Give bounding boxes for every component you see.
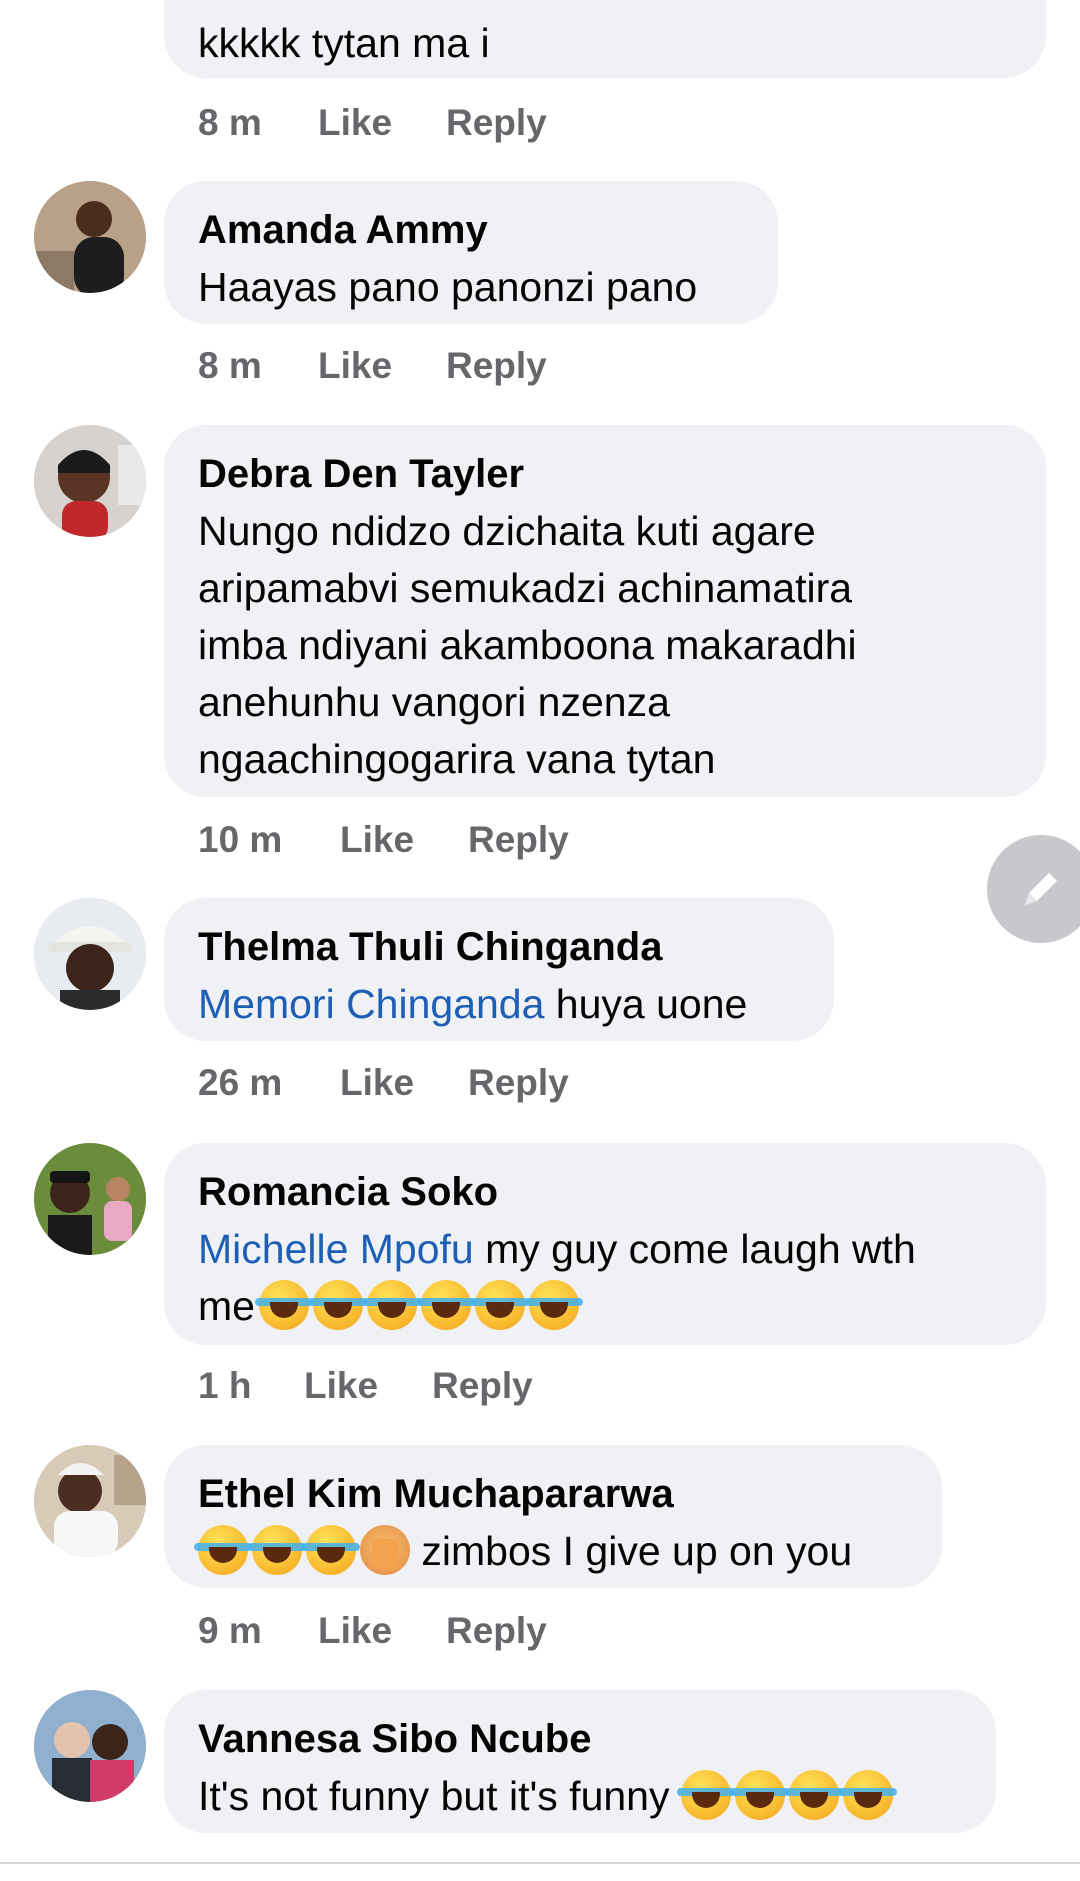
like-button[interactable]: Like [340,1062,468,1104]
joy-emoji [731,1770,790,1820]
rofl-emoji [362,1280,421,1330]
comment-author[interactable]: Vannesa Sibo Ncube [198,1714,962,1764]
pencil-icon [1025,873,1057,905]
comment-body: It's not funny but it's funny [198,1773,670,1819]
comment-body: huya uone [544,981,748,1027]
comment-text: kkkkk tytan ma i [198,20,490,66]
reply-button[interactable]: Reply [446,345,547,387]
comment-actions: 8 m Like Reply [198,102,547,144]
joy-emoji [248,1525,306,1575]
comment-line: imba ndiyani akamboona makaradhi [198,622,857,668]
comment-bubble: Thelma Thuli Chinganda Memori Chinganda … [164,898,834,1041]
comment-actions: 10 m Like Reply [198,819,569,861]
comment-author[interactable]: Romancia Soko [198,1167,1012,1217]
rofl-emoji [416,1280,475,1330]
rofl-emoji [524,1280,583,1330]
comment-author[interactable]: Amanda Ammy [198,205,744,255]
comment-time: 1 h [198,1365,252,1406]
comment-author[interactable]: Ethel Kim Muchapararwa [198,1469,908,1519]
divider [0,1862,1080,1864]
comment-author[interactable]: Thelma Thuli Chinganda [198,922,800,972]
comment-time: 26 m [198,1062,283,1103]
facepalm-emoji [360,1525,410,1575]
comment-bubble: Ethel Kim Muchapararwa zimbos I give up … [164,1445,942,1588]
comment-actions: 1 h Like Reply [198,1365,533,1407]
like-button[interactable]: Like [340,819,468,861]
reply-button[interactable]: Reply [468,819,569,861]
avatar[interactable] [34,1690,146,1802]
mention-link[interactable]: Memori Chinganda [198,981,544,1027]
comment-body: my guy come laugh wth [473,1226,916,1272]
comment-text: It's not funny but it's funny [198,1768,962,1825]
comment-time: 9 m [198,1610,262,1651]
avatar[interactable] [34,1445,146,1557]
comment-bubble: Vannesa Sibo Ncube It's not funny but it… [164,1690,996,1833]
avatar[interactable] [34,181,146,293]
like-button[interactable]: Like [304,1365,432,1407]
comment-time: 10 m [198,819,283,860]
reply-button[interactable]: Reply [432,1365,533,1407]
comment-text: Michelle Mpofu my guy come laugh wth [198,1221,1012,1278]
like-button[interactable]: Like [318,102,446,144]
joy-emoji [302,1525,360,1575]
reply-button[interactable]: Reply [468,1062,569,1104]
comment-time: 8 m [198,102,262,143]
comment-text: Haayas pano panonzi pano [198,264,698,310]
joy-emoji [839,1770,898,1820]
comment-actions: 9 m Like Reply [198,1610,547,1652]
rofl-emoji [254,1280,313,1330]
avatar[interactable] [34,898,146,1010]
comment-time: 8 m [198,345,262,386]
joy-emoji [677,1770,736,1820]
comment-bubble: Romancia Soko Michelle Mpofu my guy come… [164,1143,1046,1345]
mention-link[interactable]: Michelle Mpofu [198,1226,474,1272]
reply-button[interactable]: Reply [446,1610,547,1652]
comment-text: zimbos I give up on you [194,1523,908,1580]
comment-body: me [198,1283,255,1329]
rofl-emoji [308,1280,367,1330]
comment-line: Nungo ndidzo dzichaita kuti agare [198,508,816,554]
comment-bubble: Debra Den Tayler Nungo ndidzo dzichaita … [164,425,1046,797]
comment-actions: 26 m Like Reply [198,1062,569,1104]
like-button[interactable]: Like [318,345,446,387]
comment-line: aripamabvi semukadzi achinamatira [198,565,853,611]
comment-text: Memori Chinganda huya uone [198,976,800,1033]
avatar[interactable] [34,1143,146,1255]
avatar[interactable] [34,425,146,537]
comment-line: ngaachingogarira vana tytan [198,736,716,782]
comment-bubble: Amanda Ammy Haayas pano panonzi pano [164,181,778,324]
comment-author[interactable]: Debra Den Tayler [198,449,1012,499]
joy-emoji [785,1770,844,1820]
comment-text-cont: me [198,1278,1012,1335]
comment-body: zimbos I give up on you [410,1528,853,1574]
compose-fab[interactable] [987,835,1080,943]
rofl-emoji [470,1280,529,1330]
comment-actions: 8 m Like Reply [198,345,547,387]
like-button[interactable]: Like [318,1610,446,1652]
joy-emoji [194,1525,252,1575]
reply-button[interactable]: Reply [446,102,547,144]
comment-line: anehunhu vangori nzenza [198,679,670,725]
